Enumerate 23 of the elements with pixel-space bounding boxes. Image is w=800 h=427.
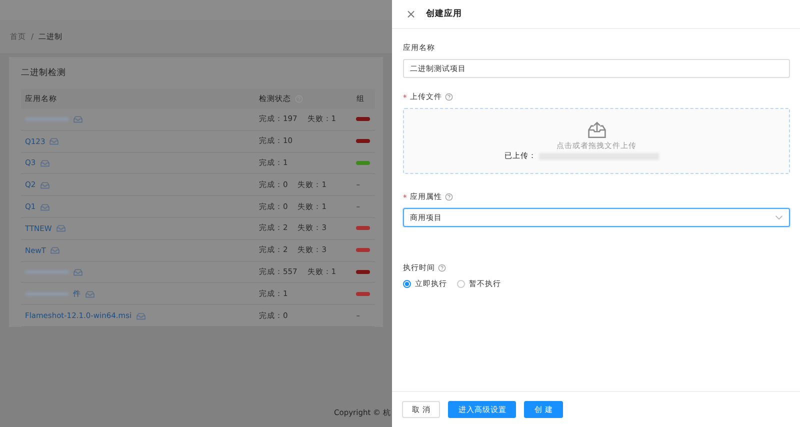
chevron-down-icon bbox=[775, 215, 783, 220]
help-icon bbox=[444, 93, 453, 101]
inbox-icon bbox=[50, 246, 60, 254]
inbox-icon bbox=[49, 137, 60, 146]
inbox-icon bbox=[85, 290, 95, 298]
close-button[interactable]: × bbox=[404, 7, 418, 21]
help-icon bbox=[444, 193, 453, 201]
inbox-icon bbox=[73, 115, 83, 124]
inbox-icon bbox=[40, 158, 50, 167]
drawer-title: 创建应用 bbox=[426, 8, 462, 20]
radio-button[interactable] bbox=[457, 280, 465, 288]
inbox-icon bbox=[73, 268, 83, 276]
inbox-icon bbox=[40, 202, 50, 211]
card-title: 二进制检测 bbox=[21, 67, 67, 79]
inbox-icon bbox=[56, 224, 66, 232]
redacted-text bbox=[25, 270, 69, 274]
radio-button[interactable] bbox=[403, 280, 411, 288]
inbox-icon bbox=[136, 312, 146, 320]
upload-icon bbox=[586, 121, 606, 139]
redacted-text bbox=[25, 292, 69, 296]
inbox-icon bbox=[40, 180, 50, 189]
help-icon bbox=[438, 264, 446, 272]
redacted-text bbox=[25, 117, 69, 122]
